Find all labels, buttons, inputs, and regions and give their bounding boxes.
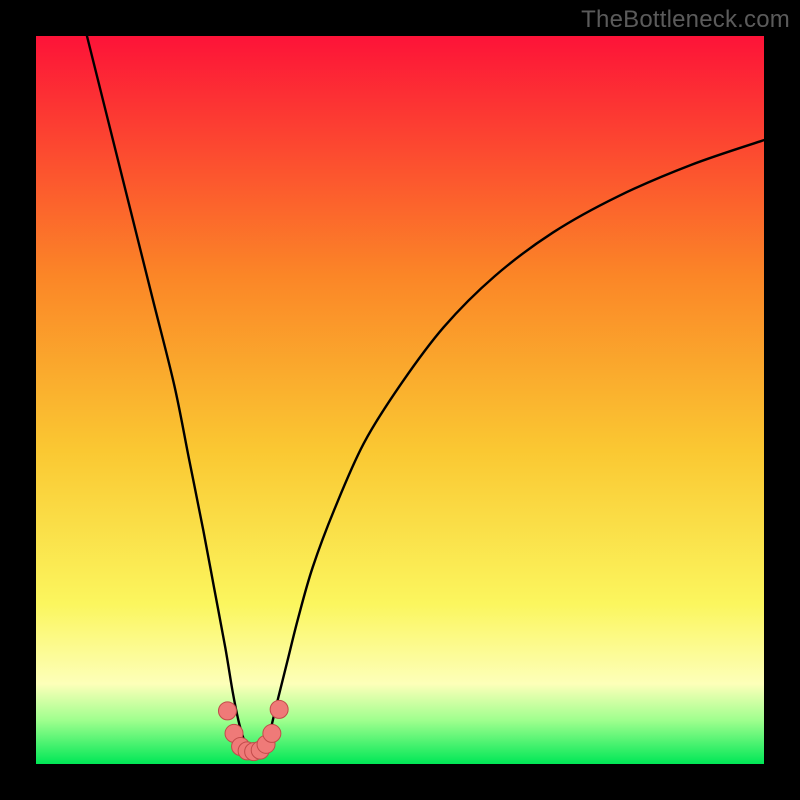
chart-svg bbox=[36, 36, 764, 764]
watermark-text: TheBottleneck.com bbox=[581, 6, 790, 34]
marker-dot bbox=[263, 724, 281, 742]
marker-dot bbox=[270, 700, 288, 718]
outer-frame: TheBottleneck.com bbox=[0, 0, 800, 800]
plot-area bbox=[36, 36, 764, 764]
marker-dot bbox=[218, 702, 236, 720]
gradient-background bbox=[36, 36, 764, 764]
